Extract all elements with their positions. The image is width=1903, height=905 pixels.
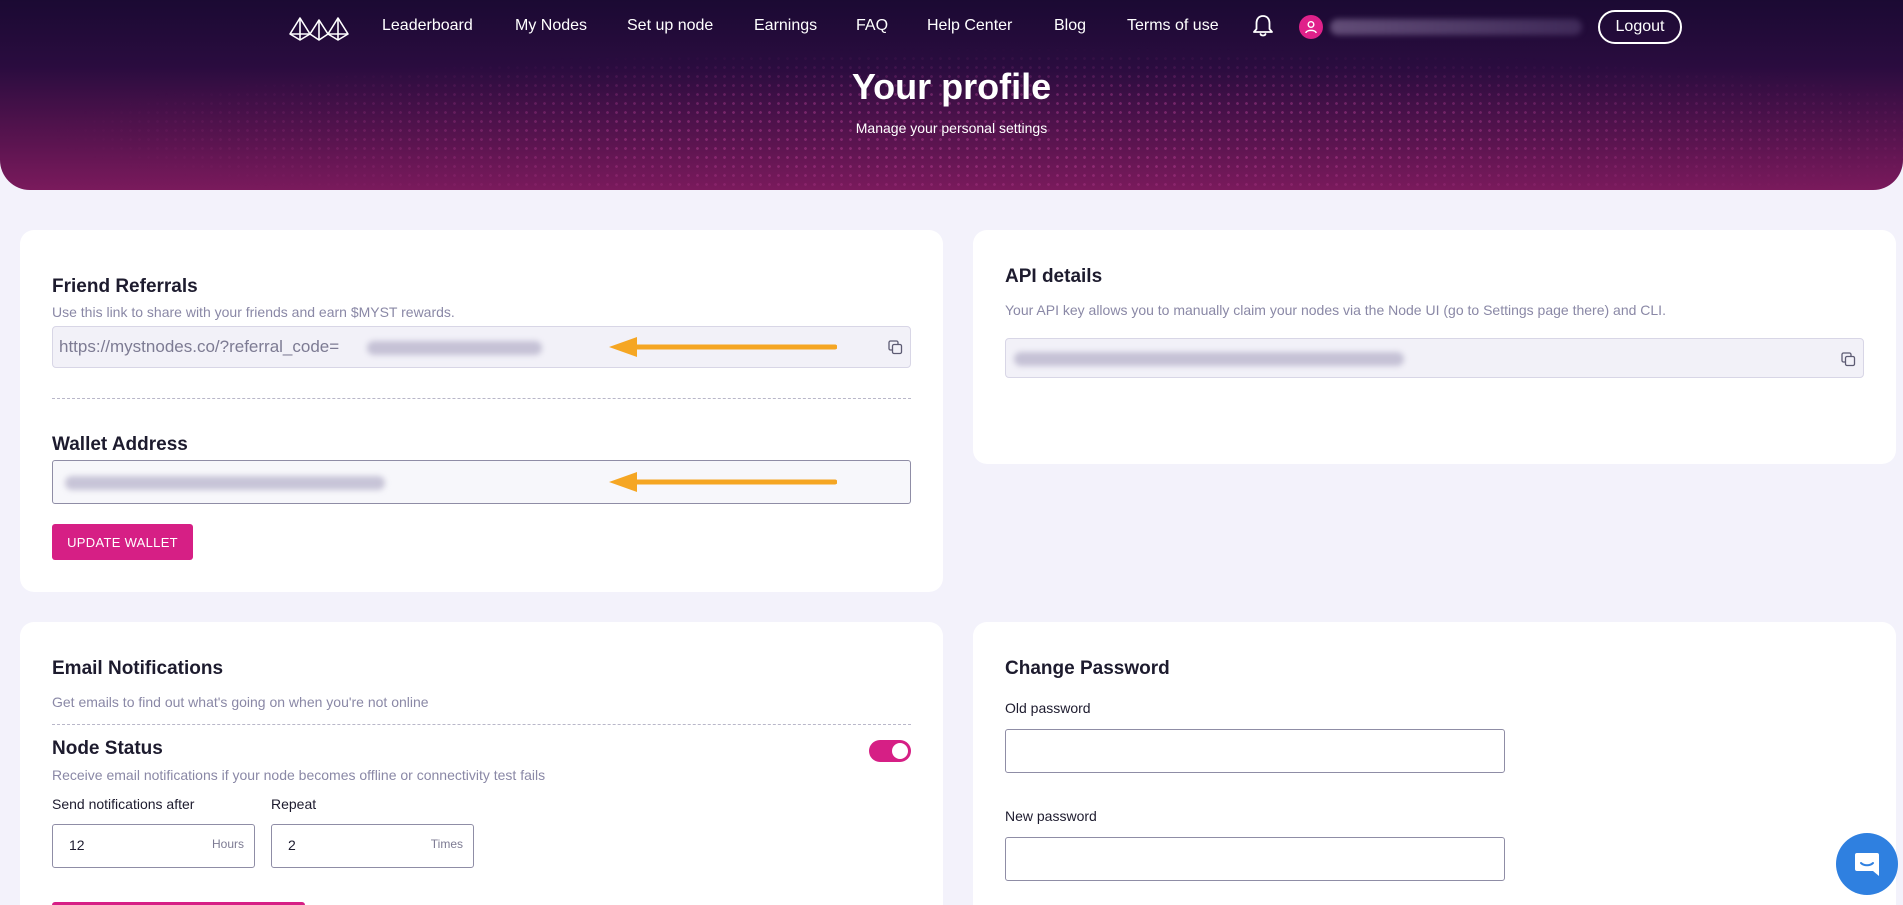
repeat-unit: Times <box>430 837 463 851</box>
notifications-description: Get emails to find out what's going on w… <box>52 694 429 710</box>
logo-icon[interactable] <box>288 12 350 44</box>
wallet-title: Wallet Address <box>52 434 188 455</box>
chat-icon <box>1855 853 1879 876</box>
update-wallet-button[interactable]: UPDATE WALLET <box>52 524 193 560</box>
send-after-unit: Hours <box>211 837 244 851</box>
referral-link-text: https://mystnodes.co/?referral_code= <box>59 337 340 356</box>
bell-icon[interactable] <box>1252 14 1274 38</box>
section-divider <box>52 724 911 725</box>
email-notifications-card: Email Notifications Get emails to find o… <box>20 622 943 905</box>
logout-button[interactable]: Logout <box>1598 10 1682 44</box>
user-email-redacted <box>1330 19 1582 35</box>
avatar[interactable] <box>1299 15 1323 39</box>
nav-earnings[interactable]: Earnings <box>754 17 817 35</box>
header: Leaderboard My Nodes Set up node Earning… <box>0 0 1903 190</box>
arrow-left-icon <box>609 337 837 357</box>
send-after-input[interactable]: 12 Hours <box>52 824 255 868</box>
nav-terms-of-use[interactable]: Terms of use <box>1127 17 1219 35</box>
nav-help-center[interactable]: Help Center <box>927 17 1012 35</box>
copy-icon[interactable] <box>1840 351 1856 367</box>
nav-my-nodes[interactable]: My Nodes <box>515 17 587 35</box>
repeat-label: Repeat <box>271 796 317 812</box>
node-status-title: Node Status <box>52 738 163 759</box>
node-status-toggle[interactable] <box>869 740 911 762</box>
old-password-label: Old password <box>1005 700 1091 716</box>
page-title: Your profile <box>851 66 1052 107</box>
repeat-input[interactable]: 2 Times <box>271 824 474 868</box>
chat-button[interactable] <box>1836 833 1898 895</box>
api-details-card: API details Your API key allows you to m… <box>973 230 1896 464</box>
send-after-label: Send notifications after <box>52 796 195 812</box>
nav-set-up-node[interactable]: Set up node <box>627 17 713 35</box>
notifications-title: Email Notifications <box>52 658 224 679</box>
api-description: Your API key allows you to manually clai… <box>1005 302 1666 318</box>
user-icon <box>1305 21 1317 34</box>
new-password-label: New password <box>1005 808 1097 824</box>
change-password-card: Change Password Old password New passwor… <box>973 622 1896 905</box>
wallet-address-redacted <box>65 476 385 490</box>
referrals-wallet-card: Friend Referrals Use this link to share … <box>20 230 943 592</box>
arrow-left-icon <box>609 472 837 492</box>
send-after-value: 12 <box>69 837 85 853</box>
copy-icon[interactable] <box>887 339 903 355</box>
referral-code-redacted <box>367 341 542 355</box>
password-title: Change Password <box>1005 658 1170 679</box>
api-key-redacted <box>1014 352 1404 366</box>
referrals-description: Use this link to share with your friends… <box>52 304 455 320</box>
toggle-knob <box>892 743 908 759</box>
section-divider <box>52 398 911 399</box>
new-password-input[interactable] <box>1005 837 1505 881</box>
top-nav: Leaderboard My Nodes Set up node Earning… <box>0 0 1903 54</box>
page-subtitle: Manage your personal settings <box>855 120 1048 136</box>
api-key-field[interactable] <box>1005 338 1864 378</box>
nav-blog[interactable]: Blog <box>1054 17 1086 35</box>
referrals-title: Friend Referrals <box>52 276 198 297</box>
nav-faq[interactable]: FAQ <box>856 17 888 35</box>
nav-leaderboard[interactable]: Leaderboard <box>382 17 473 35</box>
api-title: API details <box>1005 266 1103 287</box>
old-password-input[interactable] <box>1005 729 1505 773</box>
node-status-description: Receive email notifications if your node… <box>52 767 546 783</box>
repeat-value: 2 <box>288 837 296 853</box>
